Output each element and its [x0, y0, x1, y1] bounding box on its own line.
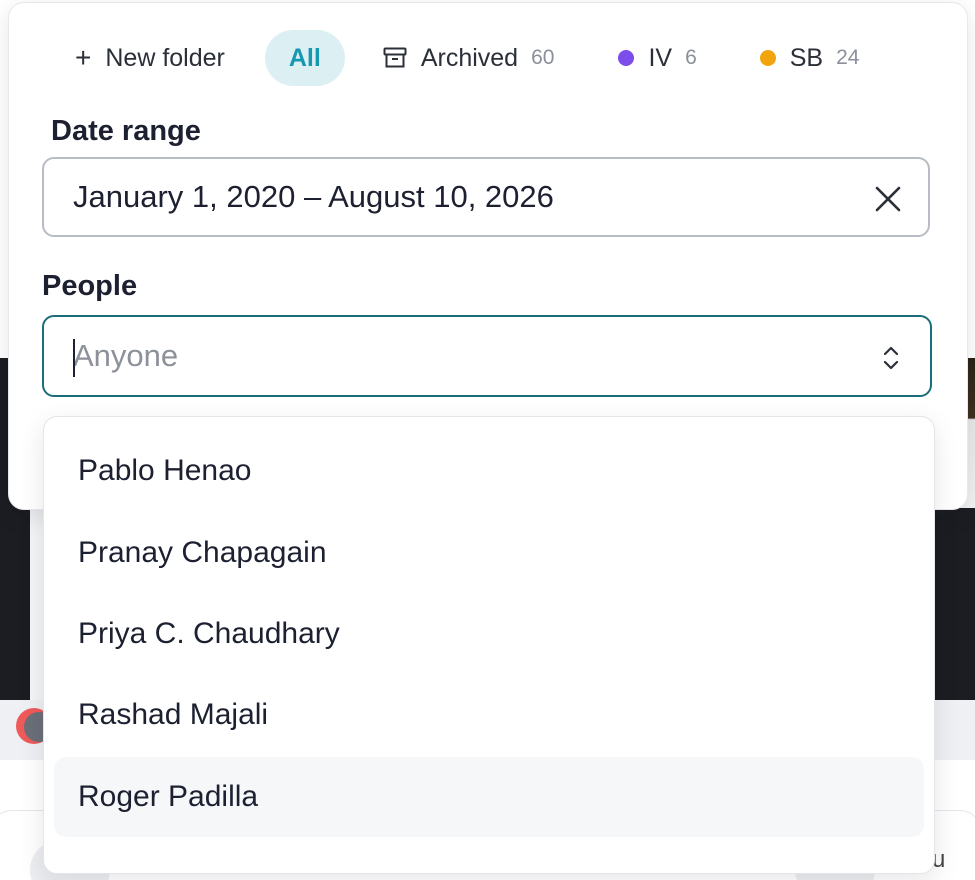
people-option-label: Pranay Chapagain [78, 536, 327, 569]
people-option[interactable]: Rashad Majali [54, 675, 924, 755]
tab-iv[interactable]: IV 6 [618, 30, 697, 86]
new-folder-button[interactable]: + New folder [59, 30, 243, 86]
tab-sb-label: SB [789, 43, 824, 72]
people-option[interactable]: Pranay Chapagain [54, 513, 924, 593]
tab-archived-count: 60 [531, 46, 555, 69]
tab-iv-label: IV [648, 43, 673, 72]
folder-tabs: + New folder All Archived 60 IV 6 SB 24 [59, 29, 859, 87]
people-option-highlighted[interactable]: Roger Padilla [54, 757, 924, 837]
people-options-list: Pablo Henao Pranay Chapagain Priya C. Ch… [43, 416, 935, 874]
people-option[interactable]: Priya C. Chaudhary [54, 594, 924, 674]
people-option-label: Rashad Majali [78, 698, 269, 731]
date-range-field[interactable]: January 1, 2020 – August 10, 2026 [42, 157, 930, 237]
chevron-up-down-icon[interactable] [880, 343, 902, 373]
people-label: People [42, 270, 138, 302]
plus-icon: + [75, 42, 92, 73]
tab-archived[interactable]: Archived 60 [383, 30, 555, 86]
people-combobox[interactable] [42, 315, 932, 397]
tab-archived-label: Archived [420, 43, 519, 72]
people-option-label: Pablo Henao [78, 454, 252, 487]
tab-sb[interactable]: SB 24 [759, 30, 860, 86]
people-option-label: Priya C. Chaudhary [78, 617, 340, 650]
tab-iv-count: 6 [685, 46, 697, 69]
date-range-value: January 1, 2020 – August 10, 2026 [73, 179, 554, 214]
text-caret [73, 339, 75, 377]
sb-color-dot-icon [759, 50, 776, 66]
new-folder-label: New folder [105, 43, 225, 72]
tab-all-label: All [288, 43, 321, 72]
tab-sb-count: 24 [836, 46, 860, 69]
people-option-label: Roger Padilla [78, 780, 259, 813]
iv-color-dot-icon [618, 50, 635, 66]
archive-icon [383, 47, 407, 68]
people-option[interactable]: Pablo Henao [54, 431, 924, 511]
people-search-input[interactable] [71, 337, 835, 375]
date-range-label: Date range [51, 115, 201, 147]
close-icon[interactable] [874, 185, 902, 213]
tab-all[interactable]: All [264, 30, 345, 86]
